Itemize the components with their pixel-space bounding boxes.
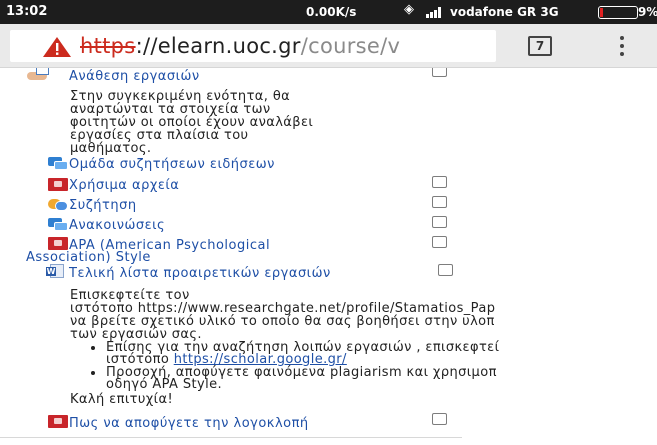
url-text[interactable]: https://elearn.uoc.gr/course/v <box>80 34 400 58</box>
news-forum-link[interactable]: Ομάδα συζητήσεων ειδήσεων <box>69 157 275 172</box>
closing-text: Καλή επιτυχία! <box>70 392 174 407</box>
security-warning-icon[interactable] <box>42 36 72 58</box>
completion-checkbox[interactable] <box>432 68 447 77</box>
url-path: /course/v <box>300 34 401 58</box>
completion-checkbox[interactable] <box>432 413 447 425</box>
assignment-icon <box>27 68 51 82</box>
battery-percent: 9% <box>638 5 657 19</box>
plagiarism-link[interactable]: Πως να αποφύγετε την λογοκλοπή <box>69 416 309 431</box>
completion-checkbox[interactable] <box>432 216 447 228</box>
apa-style-link[interactable]: Association) Style <box>26 250 151 265</box>
bullet-text: οδηγό APA Style. <box>106 377 223 392</box>
course-content: Ανάθεση εργασιών Στην συγκεκριμένη ενότη… <box>0 68 657 445</box>
section-divider <box>0 437 462 438</box>
pdf-icon <box>48 415 68 428</box>
wifi-icon: ◈ <box>404 2 414 17</box>
overflow-menu-icon[interactable] <box>619 35 625 57</box>
completion-checkbox[interactable] <box>432 236 447 248</box>
signal-icon <box>426 6 444 18</box>
completion-checkbox[interactable] <box>438 264 453 276</box>
browser-toolbar: https://elearn.uoc.gr/course/v 7 <box>0 24 657 68</box>
discussion-link[interactable]: Συζήτηση <box>69 198 137 213</box>
bullet-point <box>91 346 95 350</box>
status-time: 13:02 <box>6 4 48 19</box>
bullet-point <box>91 371 95 375</box>
battery-icon <box>598 6 638 19</box>
final-list-link[interactable]: Τελική λίστα προαιρετικών εργασιών <box>69 266 331 281</box>
assignment-link[interactable]: Ανάθεση εργασιών <box>69 69 200 84</box>
completion-checkbox[interactable] <box>432 176 447 188</box>
url-scheme: https <box>80 34 136 58</box>
carrier-name: vodafone GR 3G <box>450 5 559 19</box>
chat-icon <box>48 198 68 211</box>
address-bar[interactable]: https://elearn.uoc.gr/course/v <box>10 30 496 62</box>
tab-switcher-button[interactable]: 7 <box>528 36 552 56</box>
assignment-description-line: μαθήματος. <box>70 141 152 156</box>
useful-files-link[interactable]: Χρήσιμα αρχεία <box>69 178 179 193</box>
announcements-link[interactable]: Ανακοινώσεις <box>69 218 165 233</box>
word-document-icon: W <box>46 264 68 278</box>
url-host: ://elearn.uoc.gr <box>135 34 301 58</box>
forum-icon <box>48 218 68 231</box>
pdf-icon <box>48 237 68 250</box>
status-bar: 13:02 0.00K/s ◈ vodafone GR 3G 9% <box>0 0 657 24</box>
network-speed: 0.00K/s <box>306 5 357 19</box>
pdf-icon <box>48 178 68 191</box>
forum-icon <box>48 157 68 170</box>
completion-checkbox[interactable] <box>432 196 447 208</box>
